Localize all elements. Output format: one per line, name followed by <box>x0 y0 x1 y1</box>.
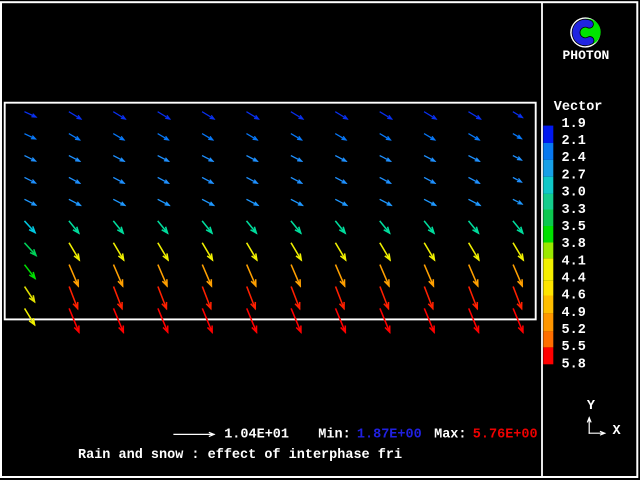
svg-text:3.3: 3.3 <box>562 203 586 218</box>
svg-text:PHOTON: PHOTON <box>563 48 610 63</box>
svg-text:4.4: 4.4 <box>562 271 586 286</box>
svg-text:1.87E+00: 1.87E+00 <box>357 428 422 443</box>
svg-text:2.7: 2.7 <box>562 168 586 183</box>
svg-text:X: X <box>613 424 622 439</box>
svg-text:1.9: 1.9 <box>562 117 586 132</box>
svg-text:4.9: 4.9 <box>562 306 586 321</box>
svg-text:2.1: 2.1 <box>562 134 586 149</box>
svg-text:1.04E+01: 1.04E+01 <box>224 428 289 443</box>
svg-text:5.5: 5.5 <box>562 340 586 355</box>
svg-text:3.5: 3.5 <box>562 220 586 235</box>
svg-text:Min:: Min: <box>318 428 350 443</box>
svg-text:5.2: 5.2 <box>562 323 586 338</box>
svg-text:Rain and snow : effect of inte: Rain and snow : effect of interphase fri <box>78 448 402 463</box>
svg-text:2.4: 2.4 <box>562 151 586 166</box>
svg-text:4.6: 4.6 <box>562 289 586 304</box>
svg-text:5.76E+00: 5.76E+00 <box>473 428 538 443</box>
svg-text:5.8: 5.8 <box>562 357 586 372</box>
svg-text:3.8: 3.8 <box>562 237 586 252</box>
svg-text:3.0: 3.0 <box>562 186 586 201</box>
svg-text:Vector: Vector <box>554 100 603 115</box>
svg-text:4.1: 4.1 <box>562 254 586 269</box>
svg-text:Y: Y <box>587 399 596 414</box>
svg-text:Max:: Max: <box>434 428 466 443</box>
